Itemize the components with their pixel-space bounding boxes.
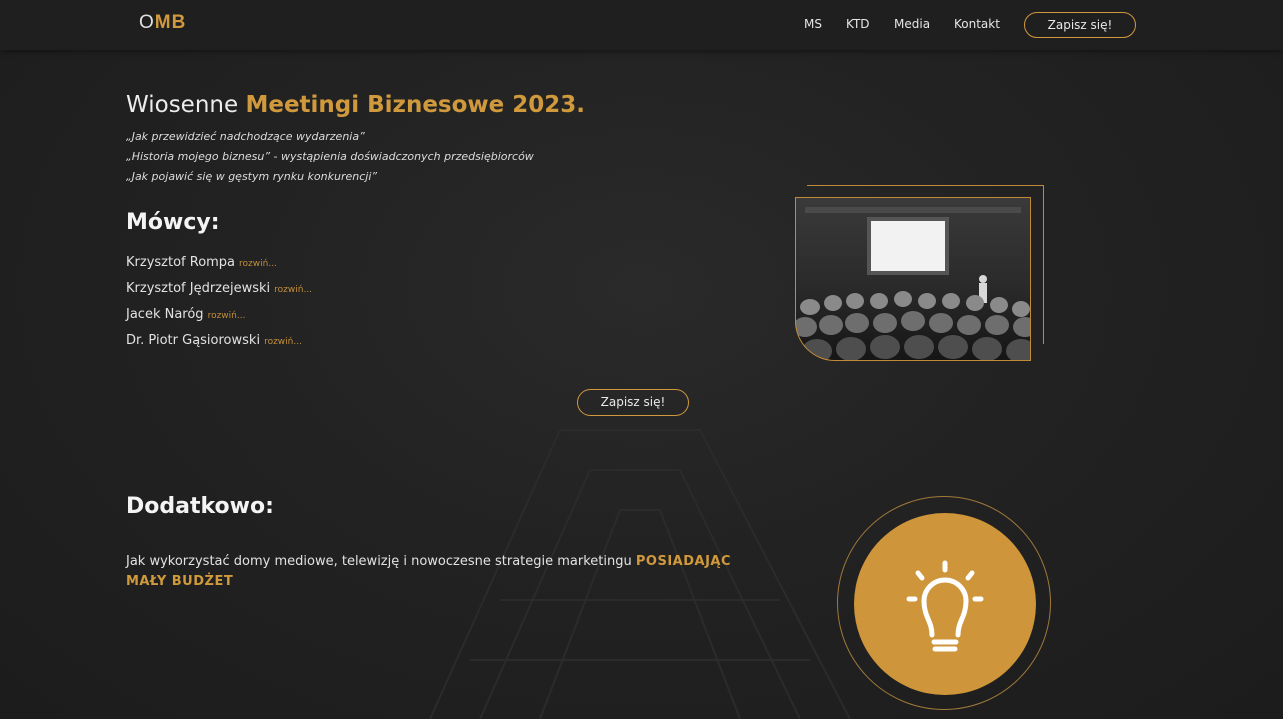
title-accent: Meetingi Biznesowe 2023. bbox=[245, 92, 586, 118]
extra-text: Jak wykorzystać domy mediowe, telewizję … bbox=[126, 554, 636, 569]
speaker-name: Jacek Naróg bbox=[126, 307, 204, 322]
speakers-heading: Mówcy: bbox=[126, 210, 220, 235]
signup-button[interactable]: Zapisz się! bbox=[577, 389, 689, 416]
topic-quote-3: „Jak pojawić się w gęstym rynku konkuren… bbox=[126, 170, 378, 183]
nav-item-ms[interactable]: MS bbox=[804, 17, 822, 31]
logo[interactable]: OMB bbox=[139, 12, 186, 34]
nav-item-ktd[interactable]: KTD bbox=[846, 17, 870, 31]
speaker-name: Krzysztof Jędrzejewski bbox=[126, 281, 271, 296]
logo-letters-mb: MB bbox=[154, 12, 187, 33]
speaker-name: Dr. Piotr Gąsiorowski bbox=[126, 333, 261, 348]
title-plain: Wiosenne bbox=[126, 92, 246, 118]
speaker-item: Krzysztof Rompa rozwiń... bbox=[126, 255, 277, 270]
nav-signup-button[interactable]: Zapisz się! bbox=[1024, 12, 1136, 38]
topic-quote-1: „Jak przewidzieć nadchodzące wydarzenia” bbox=[126, 130, 365, 143]
page-title: Wiosenne Meetingi Biznesowe 2023. bbox=[126, 92, 585, 118]
lightbulb-icon bbox=[906, 560, 984, 652]
extra-heading: Dodatkowo: bbox=[126, 494, 274, 519]
extra-description: Jak wykorzystać domy mediowe, telewizję … bbox=[126, 552, 746, 592]
topic-quote-2: „Historia mojego biznesu” - wystąpienia … bbox=[126, 150, 534, 163]
conference-photo bbox=[795, 197, 1031, 361]
nav-item-kontakt[interactable]: Kontakt bbox=[954, 17, 1000, 31]
expand-link[interactable]: rozwiń... bbox=[274, 285, 312, 295]
speaker-item: Jacek Naróg rozwiń... bbox=[126, 307, 245, 322]
speaker-name: Krzysztof Rompa bbox=[126, 255, 236, 270]
speaker-item: Dr. Piotr Gąsiorowski rozwiń... bbox=[126, 333, 302, 348]
expand-link[interactable]: rozwiń... bbox=[264, 337, 302, 347]
expand-link[interactable]: rozwiń... bbox=[239, 259, 277, 269]
top-navbar: OMB MS KTD Media Kontakt Zapisz się! bbox=[0, 0, 1283, 50]
nav-item-media[interactable]: Media bbox=[894, 17, 930, 31]
logo-letter-o: O bbox=[139, 12, 155, 33]
speaker-item: Krzysztof Jędrzejewski rozwiń... bbox=[126, 281, 312, 296]
expand-link[interactable]: rozwiń... bbox=[208, 311, 246, 321]
